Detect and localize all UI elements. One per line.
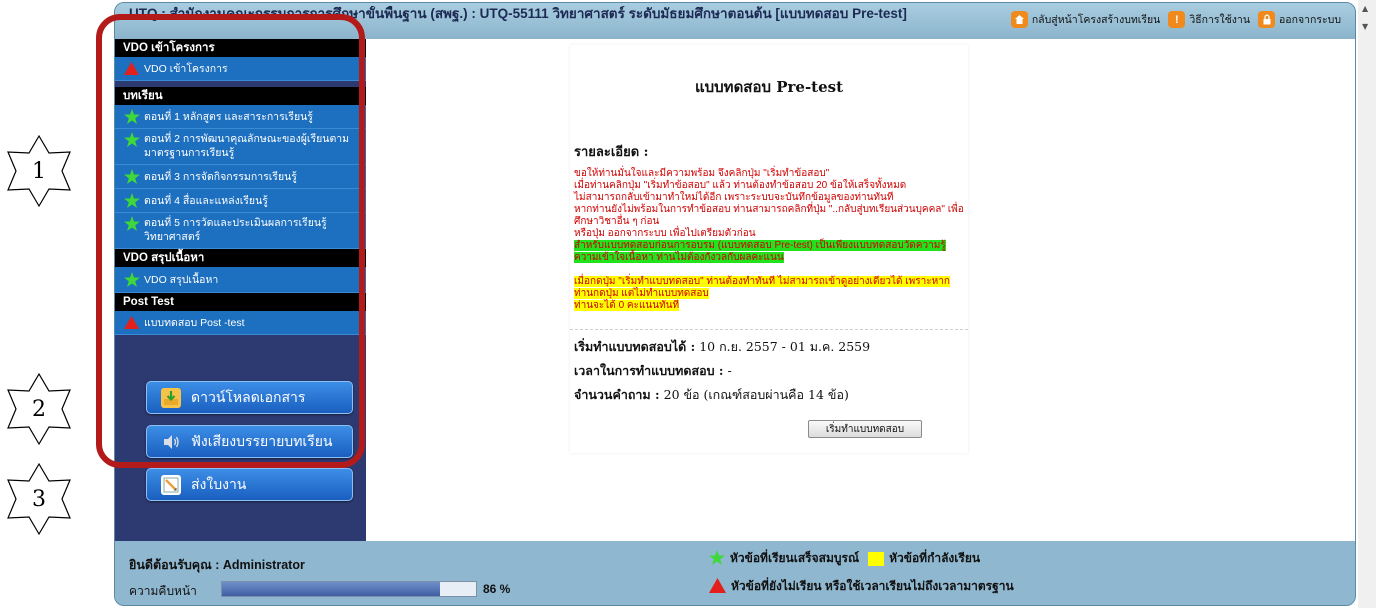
vertical-scrollbar[interactable]: ▲ ▼: [1358, 0, 1376, 608]
time-limit-row: เวลาในการทำแบบทดสอบ : -: [574, 361, 732, 381]
legend-row-1: หัวข้อที่เรียนเสร็จสมบูรณ์ หัวข้อที่กำลั…: [709, 549, 980, 568]
start-date-row: เริ่มทำแบบทดสอบได้ : 10 ก.ย. 2557 - 01 ม…: [574, 337, 870, 357]
instruction-line: ขอให้ท่านมั่นใจและมีความพร้อม จึงคลิกปุ่…: [574, 168, 830, 179]
progress-label: ความคืบหน้า: [129, 584, 197, 598]
yellow-note: เมื่อกดปุ่ม "เริ่มทำแบบทดสอบ" ท่านต้องทำ…: [574, 276, 950, 299]
submit-worksheet-button[interactable]: ส่งใบงาน: [146, 468, 353, 501]
back-to-structure-link[interactable]: กลับสู่หน้าโครงสร้างบทเรียน: [1010, 11, 1161, 28]
scroll-up-icon[interactable]: ▲: [1362, 4, 1368, 13]
welcome-text: ยินดีต้อนรับคุณ : Administrator: [129, 558, 305, 572]
how-to-use-label: วิธีการใช้งาน: [1189, 14, 1250, 26]
highlight-box: [96, 14, 365, 468]
progress-bar: [221, 581, 477, 597]
logout-link[interactable]: ออกจากระบบ: [1258, 11, 1341, 28]
home-icon: [1010, 11, 1028, 28]
send-icon: [161, 474, 181, 495]
question-count-value: 20 ข้อ (เกณฑ์สอบผ่านคือ 14 ข้อ): [663, 387, 849, 402]
start-date-value: 10 ก.ย. 2557 - 01 ม.ค. 2559: [699, 339, 871, 354]
progress-fill: [222, 582, 441, 596]
header-links: กลับสู่หน้าโครงสร้างบทเรียน ! วิธีการใช้…: [1010, 11, 1341, 28]
legend-incomplete: หัวข้อที่ยังไม่เรียน หรือใช้เวลาเรียนไม่…: [731, 579, 1014, 593]
scroll-down-icon[interactable]: ▼: [1362, 22, 1368, 31]
legend-completed: หัวข้อที่เรียนเสร็จสมบูรณ์: [730, 551, 860, 565]
logout-label: ออกจากระบบ: [1279, 14, 1341, 26]
question-count-row: จำนวนคำถาม : 20 ข้อ (เกณฑ์สอบผ่านคือ 14 …: [574, 385, 849, 405]
annotation-label-3: 3: [32, 486, 46, 512]
annotation-star-3: 3: [4, 462, 74, 536]
status-footer: ยินดีต้อนรับคุณ : Administrator ความคืบห…: [115, 541, 1355, 605]
incomplete-triangle-icon: [709, 577, 726, 596]
back-to-structure-label: กลับสู่หน้าโครงสร้างบทเรียน: [1031, 14, 1161, 26]
submit-worksheet-label: ส่งใบงาน: [191, 475, 247, 492]
annotation-label-1: 1: [32, 158, 46, 184]
annotation-star-2: 2: [4, 372, 74, 446]
yellow-note-2: ท่านจะได้ 0 คะแนนทันที: [574, 300, 680, 311]
legend-current: หัวข้อที่กำลังเรียน: [889, 551, 981, 565]
time-limit-value: -: [727, 363, 732, 378]
instruction-line: หากท่านยังไม่พร้อมในการทำข้อสอบ ท่านสามา…: [574, 204, 964, 227]
divider: [570, 329, 968, 330]
start-test-button[interactable]: เริ่มทำแบบทดสอบ: [808, 420, 922, 438]
lock-icon: [1258, 11, 1275, 28]
time-limit-label: เวลาในการทำแบบทดสอบ :: [574, 363, 724, 378]
progress-percent: 86 %: [483, 582, 511, 596]
how-to-use-link[interactable]: ! วิธีการใช้งาน: [1168, 11, 1250, 28]
completed-star-icon: [709, 549, 725, 568]
instruction-line: หรือปุ่ม ออกจากระบบ เพื่อไปเตรียมตัวก่อน: [574, 228, 756, 239]
info-icon: !: [1168, 11, 1186, 28]
start-date-label: เริ่มทำแบบทดสอบได้ :: [574, 339, 696, 354]
pretest-card: แบบทดสอบ Pre-test รายละเอียด : ขอให้ท่าน…: [570, 45, 968, 453]
instructions: ขอให้ท่านมั่นใจและมีความพร้อม จึงคลิกปุ่…: [574, 168, 966, 312]
instruction-line: เมื่อท่านคลิกปุ่ม "เริ่มทำข้อสอบ" แล้ว ท…: [574, 180, 907, 191]
current-topic-swatch-icon: [868, 551, 885, 566]
annotation-label-2: 2: [32, 396, 46, 422]
main-content: แบบทดสอบ Pre-test รายละเอียด : ขอให้ท่าน…: [366, 39, 1355, 541]
annotation-star-1: 1: [4, 134, 74, 208]
instruction-line: ไม่สามารถกลับเข้ามาทำใหม่ได้อีก เพราะระบ…: [574, 192, 894, 203]
question-count-label: จำนวนคำถาม :: [574, 387, 660, 402]
legend-row-2: หัวข้อที่ยังไม่เรียน หรือใช้เวลาเรียนไม่…: [709, 577, 1014, 596]
green-note: สำหรับแบบทดสอบก่อนการอบรม (แบบทดสอบ Pre-…: [574, 240, 946, 263]
detail-heading: รายละเอียด :: [574, 145, 649, 160]
test-title: แบบทดสอบ Pre-test: [694, 78, 844, 96]
